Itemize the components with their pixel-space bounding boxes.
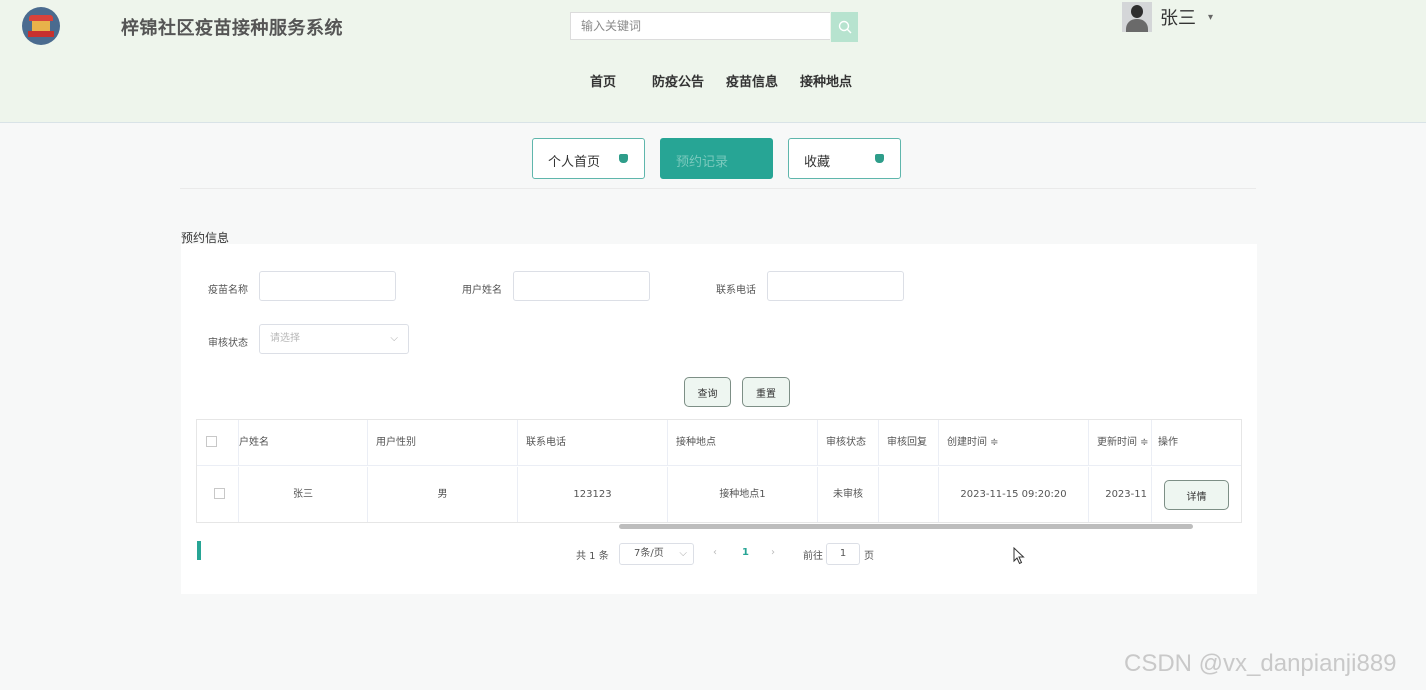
tab-appointment-records[interactable]: 预约记录 — [660, 138, 773, 179]
user-name-label: 用户姓名 — [462, 285, 502, 296]
cell-location: 接种地点1 — [668, 467, 818, 522]
site-logo-icon[interactable] — [22, 7, 60, 45]
main-nav: 首页 防疫公告 疫苗信息 接种地点 — [0, 71, 1426, 90]
col-gender: 用户性别 — [368, 420, 518, 466]
user-menu[interactable]: 张三 ▾ — [1122, 2, 1213, 32]
cell-gender: 男 — [368, 467, 518, 522]
user-name: 张三 — [1160, 8, 1196, 29]
page-suffix: 页 — [864, 551, 874, 562]
tab-label: 预约记录 — [676, 155, 729, 170]
row-checkbox-cell — [197, 467, 239, 522]
nav-item-locations[interactable]: 接种地点 — [800, 71, 852, 90]
vaccine-name-input[interactable] — [259, 271, 396, 301]
vaccine-icon — [875, 154, 884, 163]
cell-updated: 2023-11 — [1089, 467, 1152, 522]
reset-button[interactable]: 重置 — [742, 377, 790, 407]
goto-label: 前往 — [803, 551, 823, 562]
col-user-name: 户姓名 — [239, 420, 368, 466]
tab-label: 收藏 — [804, 155, 831, 170]
nav-item-announcements[interactable]: 防疫公告 — [652, 71, 704, 90]
page-size-select[interactable]: 7条/页 ⌵ — [619, 543, 694, 565]
search-box — [570, 12, 858, 42]
pagination-accent-bar — [197, 541, 201, 560]
divider — [180, 188, 1256, 189]
chevron-down-icon[interactable]: ▾ — [1208, 12, 1213, 23]
tab-personal-home[interactable]: 个人首页 — [532, 138, 645, 179]
goto-page-input[interactable]: 1 — [826, 543, 860, 565]
vaccine-icon — [619, 154, 628, 163]
phone-input[interactable] — [767, 271, 904, 301]
phone-label: 联系电话 — [716, 285, 756, 296]
search-input[interactable] — [570, 12, 830, 40]
search-button[interactable] — [831, 12, 858, 42]
chevron-down-icon: ⌵ — [390, 333, 398, 344]
search-query-button[interactable]: 查询 — [684, 377, 731, 407]
nav-item-vaccine-info[interactable]: 疫苗信息 — [726, 71, 778, 90]
tab-favorites[interactable]: 收藏 — [788, 138, 901, 179]
select-all-checkbox[interactable] — [206, 436, 217, 447]
horizontal-scrollbar[interactable] — [619, 524, 1193, 529]
avatar — [1122, 2, 1152, 32]
site-title: 梓锦社区疫苗接种服务系统 — [121, 18, 343, 39]
col-phone: 联系电话 — [518, 420, 668, 466]
col-status: 审核状态 — [818, 420, 879, 466]
col-reply: 审核回复 — [879, 420, 939, 466]
page-size-value: 7条/页 — [634, 548, 664, 559]
pagination-total: 共 1 条 — [576, 551, 609, 562]
col-location: 接种地点 — [668, 420, 818, 466]
search-icon — [838, 20, 851, 34]
cell-created: 2023-11-15 09:20:20 — [939, 467, 1089, 522]
mouse-cursor-icon — [1013, 547, 1025, 565]
cell-reply — [879, 467, 939, 522]
user-name-input[interactable] — [513, 271, 650, 301]
row-checkbox[interactable] — [214, 488, 225, 499]
appointments-table: 户姓名 用户性别 联系电话 接种地点 审核状态 审核回复 创建时间 ≑ 更新时间… — [196, 419, 1242, 523]
status-select[interactable]: 请选择 ⌵ — [259, 324, 409, 354]
cell-phone: 123123 — [518, 467, 668, 522]
status-label: 审核状态 — [208, 338, 248, 349]
cell-status: 未审核 — [818, 467, 879, 522]
cell-name: 张三 — [239, 467, 368, 522]
prev-page-button[interactable]: ‹ — [713, 547, 717, 558]
vaccine-name-label: 疫苗名称 — [208, 285, 248, 296]
status-placeholder: 请选择 — [270, 333, 300, 344]
chevron-down-icon: ⌵ — [679, 548, 687, 559]
col-updated-sortable[interactable]: 更新时间 ≑ — [1089, 420, 1152, 466]
detail-button[interactable]: 详情 — [1164, 480, 1229, 510]
next-page-button[interactable]: › — [771, 547, 775, 558]
header-checkbox-cell — [197, 420, 239, 466]
watermark: CSDN @vx_danpianji889 — [1124, 650, 1397, 677]
tab-label: 个人首页 — [548, 155, 601, 170]
col-actions: 操作 — [1152, 420, 1241, 466]
current-page[interactable]: 1 — [742, 547, 749, 558]
col-created-sortable[interactable]: 创建时间 ≑ — [939, 420, 1089, 466]
nav-item-home[interactable]: 首页 — [590, 71, 616, 90]
site-header: 梓锦社区疫苗接种服务系统 张三 ▾ 首页 防疫公告 疫苗信息 接种地点 — [0, 0, 1426, 123]
